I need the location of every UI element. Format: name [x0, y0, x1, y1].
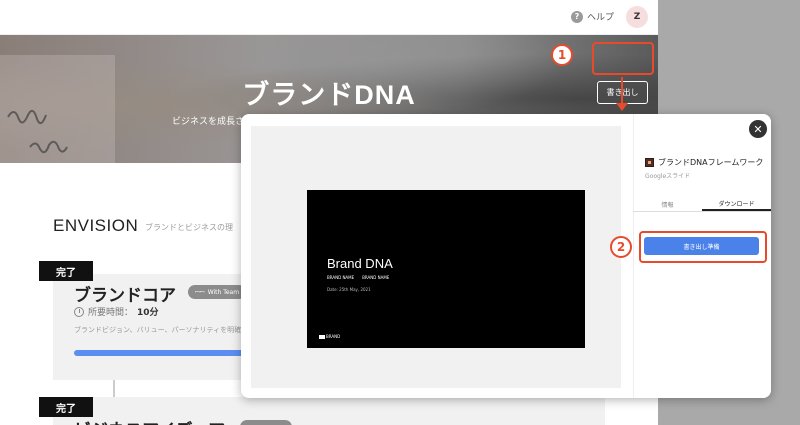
- slide-brand-names: BRAND NAME BRAND NAME: [327, 275, 389, 280]
- annotation-arrow: [621, 77, 623, 105]
- annotation-arrow-head: [616, 103, 628, 111]
- avatar[interactable]: Z: [626, 6, 648, 28]
- slide-brand-name: BRAND NAME: [362, 275, 390, 280]
- slide-logo-text: BRAND: [326, 334, 341, 339]
- with-team-badge: [240, 420, 292, 425]
- with-team-badge: ꟷꟷ With Team: [188, 285, 246, 299]
- help-label: ヘルプ: [587, 13, 615, 23]
- section-subtitle: ブランドとビジネスの理: [145, 223, 233, 232]
- tab-info[interactable]: 情報: [633, 198, 702, 211]
- page-title: ブランドDNA: [242, 80, 416, 110]
- file-name: ブランドDNAフレームワーク: [658, 158, 764, 167]
- duration-label: 所要時間：: [88, 308, 134, 318]
- highlight-export-button: [592, 42, 654, 75]
- file-name-row: ブランドDNAフレームワーク: [645, 157, 763, 168]
- team-badge-label: With Team: [207, 288, 240, 296]
- duration-row: 所要時間： 10分: [74, 305, 159, 318]
- card-title: ビジネスアイディア: [74, 416, 225, 425]
- slide-title: Brand DNA: [327, 256, 393, 271]
- team-icon: ꟷꟷ: [194, 289, 205, 296]
- slide-preview: Brand DNA BRAND NAME BRAND NAME Date: 25…: [307, 190, 585, 348]
- slide-logo: BRAND: [319, 334, 340, 339]
- slide-date: Date: 25th May, 2021: [327, 287, 371, 292]
- logo-icon: [319, 334, 325, 339]
- card-description: ブランドビジョン、バリュー、パーソナリティを明確に: [74, 326, 249, 334]
- file-type: Googleスライド: [645, 173, 691, 180]
- tab-download[interactable]: ダウンロード: [702, 198, 771, 211]
- completed-badge: 完了: [39, 397, 93, 417]
- completed-badge: 完了: [39, 261, 93, 281]
- top-bar: ? ヘルプ Z: [0, 0, 658, 35]
- slide-preview-area: Brand DNA BRAND NAME BRAND NAME Date: 25…: [251, 126, 621, 388]
- duration-value: 10分: [137, 308, 159, 318]
- google-slides-icon: [645, 158, 654, 167]
- section-title: ENVISION: [53, 216, 139, 235]
- connector-line: [113, 380, 115, 397]
- help-link[interactable]: ? ヘルプ: [571, 10, 614, 23]
- page-subtitle: ビジネスを成長さ: [172, 117, 245, 127]
- highlight-prepare-button: [639, 231, 767, 263]
- help-icon: ?: [571, 10, 583, 23]
- step-marker-1: 1: [551, 44, 573, 66]
- close-icon[interactable]: ✕: [749, 120, 767, 138]
- card-title: ブランドコア: [74, 286, 176, 306]
- clock-icon: [74, 306, 84, 317]
- slide-brand-name: BRAND NAME: [327, 275, 355, 280]
- panel-tabs: 情報 ダウンロード: [633, 198, 771, 212]
- progress-bar: [74, 350, 244, 356]
- step-marker-2: 2: [610, 236, 632, 258]
